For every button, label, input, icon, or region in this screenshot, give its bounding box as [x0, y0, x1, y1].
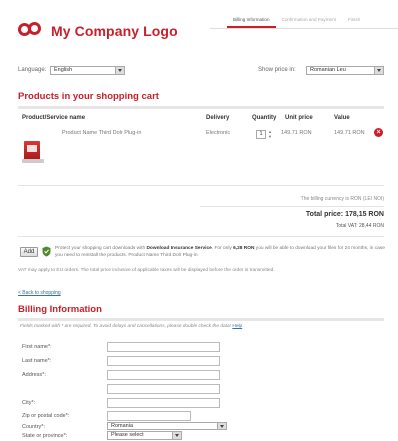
price-currency-value: Romanian Leu	[310, 67, 346, 73]
city-label: City*:	[22, 400, 36, 406]
quantity-stepper[interactable]: ▲ ▼	[268, 129, 272, 140]
billing-required-note: Fields marked with * are required. To av…	[20, 324, 242, 329]
insurance-text-middle: . For only	[211, 246, 234, 251]
country-label: Country*:	[22, 424, 45, 430]
total-price: Total price: 178,15 RON	[305, 211, 384, 218]
checkout-steps: Billing Information Confirmation and Pay…	[227, 17, 366, 28]
column-unit-price: Unit price	[285, 115, 313, 121]
country-value: Romania	[111, 423, 134, 429]
product-delivery: Electronic	[206, 130, 231, 136]
vat-note: VAT may apply to EU orders. The total pr…	[18, 268, 275, 273]
column-value: Value	[334, 115, 350, 121]
add-insurance-button[interactable]: Add	[20, 247, 38, 257]
last-name-label: Last name*:	[22, 358, 52, 364]
insurance-divider	[18, 236, 384, 237]
cart-divider	[18, 185, 384, 186]
city-input[interactable]	[107, 398, 220, 408]
chevron-down-icon	[217, 423, 226, 429]
company-logo[interactable]: My Company Logo	[51, 23, 178, 39]
last-name-input[interactable]	[107, 356, 220, 366]
total-vat: Total VAT: 28,44 RON	[335, 223, 384, 229]
chevron-down-icon	[115, 67, 124, 74]
insurance-service-name: Download Insurance Service	[146, 246, 212, 251]
insurance-text-prefix: Protect your shopping cart downloads wit…	[55, 246, 147, 251]
totals-divider	[200, 206, 384, 207]
product-value: 149.71 RON	[334, 130, 365, 136]
billing-currency-note: The billing currency is RON (LEI NOI)	[300, 196, 384, 202]
chevron-down-icon	[172, 432, 181, 439]
product-name: Product Name Third Dolr Plug-in	[62, 130, 142, 136]
zip-label: Zip or postal code*:	[22, 413, 70, 419]
insurance-description: Protect your shopping cart downloads wit…	[55, 246, 387, 259]
country-select[interactable]: Romania	[107, 422, 227, 430]
price-currency-select[interactable]: Romanian Leu	[306, 66, 384, 75]
first-name-label: First name*:	[22, 344, 52, 350]
price-currency-label: Show price in:	[258, 67, 296, 73]
state-value: Please select	[111, 432, 144, 438]
address-input-line-2[interactable]	[107, 384, 220, 394]
language-select[interactable]: English	[50, 66, 125, 75]
logo-rings-icon	[18, 22, 46, 38]
chevron-down-icon	[374, 67, 383, 74]
quantity-input[interactable]: 1	[256, 130, 266, 139]
column-quantity: Quantity	[252, 115, 277, 121]
billing-note-text: Fields marked with * are required. To av…	[20, 324, 232, 329]
state-select[interactable]: Please select	[107, 431, 182, 440]
step-confirmation-payment: Confirmation and Payment	[281, 17, 336, 22]
cart-title: Products in your shopping cart	[18, 91, 159, 102]
step-finish: Finish	[347, 17, 361, 22]
billing-title-bar	[18, 318, 384, 321]
billing-title: Billing Information	[18, 304, 102, 315]
zip-input[interactable]	[107, 411, 191, 421]
product-unit-price: 149.71 RON	[281, 130, 312, 136]
column-product: Product/Service name	[22, 115, 86, 121]
language-value: English	[54, 67, 73, 73]
product-box-icon	[22, 139, 44, 163]
column-delivery: Delivery	[206, 115, 230, 121]
first-name-input[interactable]	[107, 342, 220, 352]
step-billing-information: Billing Information	[227, 17, 276, 28]
steps-divider	[210, 28, 398, 29]
remove-circle-icon[interactable]: ×	[374, 128, 383, 137]
insurance-price: 6,28 RON	[233, 246, 255, 251]
help-link[interactable]: Help	[232, 324, 242, 329]
state-label: State or province*:	[22, 433, 68, 439]
cart-title-bar	[18, 106, 384, 109]
address-input-line-1[interactable]	[107, 370, 220, 380]
shield-icon	[42, 246, 51, 257]
language-label: Language:	[18, 67, 47, 73]
address-label: Address*:	[22, 372, 46, 378]
back-to-shopping-link[interactable]: < Back to shopping	[18, 290, 61, 296]
